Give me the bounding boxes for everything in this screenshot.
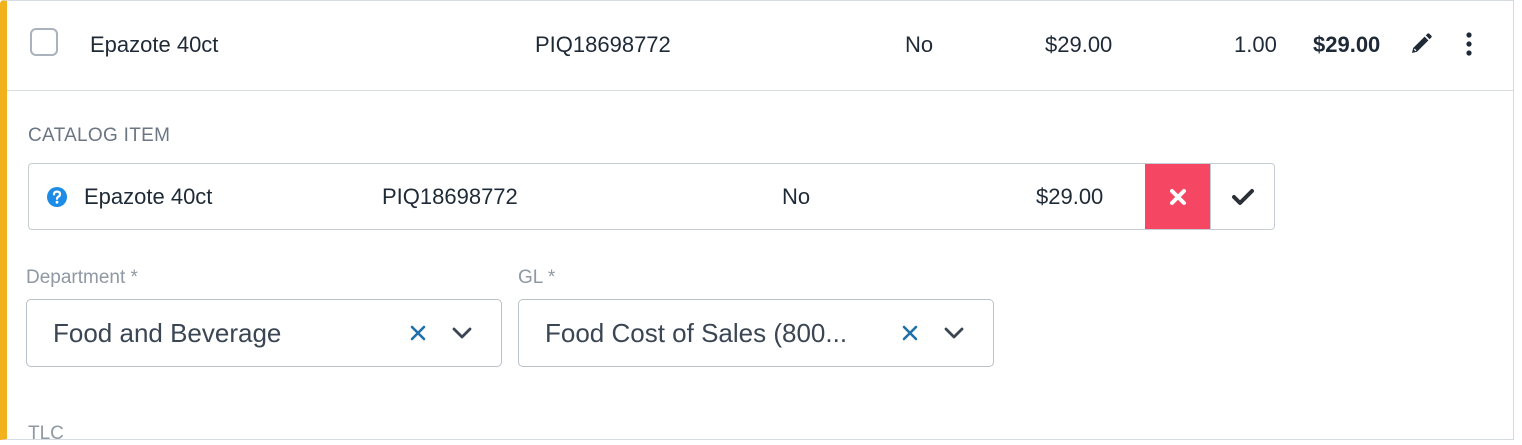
clear-icon[interactable]: [408, 323, 428, 343]
item-total: $29.00: [1313, 32, 1381, 57]
catalog-item-name: Epazote 40ct: [84, 184, 213, 209]
pencil-icon[interactable]: [1409, 32, 1433, 56]
item-quantity: 1.00: [1234, 32, 1277, 57]
item-unit-price: $29.00: [1045, 32, 1113, 57]
department-label: Department *: [26, 267, 138, 288]
question-circle-icon[interactable]: [46, 186, 68, 208]
chevron-down-icon[interactable]: [451, 324, 473, 342]
department-select[interactable]: Food and Beverage: [26, 299, 502, 367]
reject-match-button[interactable]: [1145, 164, 1210, 229]
gl-label: GL *: [518, 267, 556, 288]
check-icon: [1232, 188, 1254, 205]
chevron-down-icon[interactable]: [943, 324, 965, 342]
close-icon: [1169, 188, 1186, 205]
catalog-item-sku: PIQ18698772: [382, 184, 518, 209]
item-sku: PIQ18698772: [535, 32, 671, 57]
catalog-item-price: $29.00: [1036, 184, 1104, 209]
tlc-label: TLC: [28, 423, 64, 444]
catalog-item-heading: CATALOG ITEM: [28, 125, 171, 146]
gl-value: Food Cost of Sales (800...: [545, 318, 848, 348]
catalog-item-flag: No: [782, 184, 811, 209]
clear-icon[interactable]: [900, 323, 920, 343]
catalog-item-match: Epazote 40ct PIQ18698772 No $29.00: [28, 163, 1275, 230]
line-item-row: Epazote 40ct PIQ18698772 No $29.00 1.00 …: [7, 1, 1513, 91]
item-name: Epazote 40ct: [90, 32, 219, 57]
select-checkbox[interactable]: [30, 28, 58, 56]
kebab-menu-icon[interactable]: [1459, 30, 1479, 58]
gl-select[interactable]: Food Cost of Sales (800...: [518, 299, 994, 367]
line-item-card: Epazote 40ct PIQ18698772 No $29.00 1.00 …: [0, 0, 1514, 444]
item-flag: No: [905, 32, 934, 57]
accept-match-button[interactable]: [1210, 164, 1274, 229]
department-value: Food and Beverage: [53, 318, 282, 348]
